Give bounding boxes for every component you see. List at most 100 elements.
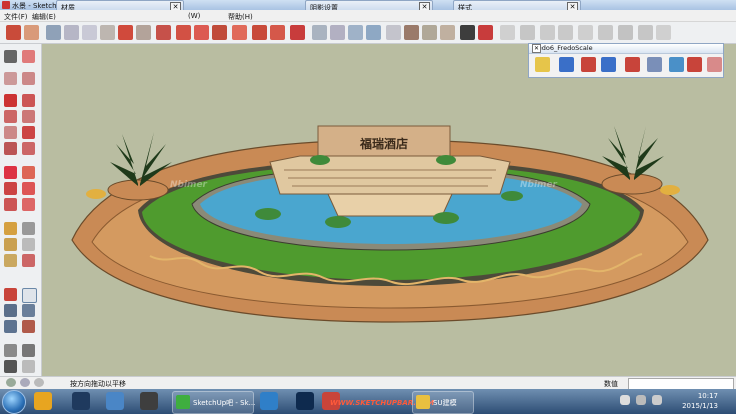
circle-icon[interactable] [22, 110, 35, 123]
spiral-icon[interactable] [404, 25, 419, 40]
extrude-icon[interactable] [232, 25, 247, 40]
follow-me-icon[interactable] [176, 25, 191, 40]
move-icon[interactable] [4, 166, 17, 179]
section-plane-icon[interactable] [22, 360, 35, 373]
pie-icon[interactable] [4, 142, 17, 155]
fredo-header[interactable]: Fredo6_FredoScale ✕ [529, 44, 723, 54]
menu-window[interactable]: (W) [188, 12, 200, 20]
paint-bucket-icon[interactable] [22, 72, 35, 85]
wave-icon[interactable] [422, 25, 437, 40]
credits-icon[interactable] [20, 378, 30, 387]
ring-icon[interactable] [578, 25, 593, 40]
menu-file[interactable]: 文件(F) [4, 12, 28, 22]
bezier-icon[interactable] [156, 25, 171, 40]
app2-icon[interactable] [140, 392, 158, 410]
taper-icon[interactable] [669, 57, 684, 72]
geo-location-icon[interactable] [6, 378, 16, 387]
component-icon[interactable] [366, 25, 381, 40]
layers-icon[interactable] [82, 25, 97, 40]
tray-up-icon[interactable] [620, 395, 630, 405]
follow-me-icon[interactable] [22, 182, 35, 195]
curl-icon[interactable] [558, 25, 573, 40]
box-stretch-icon[interactable] [601, 57, 616, 72]
rotate-icon[interactable] [4, 182, 17, 195]
push-pull-icon[interactable] [212, 25, 227, 40]
spiral-tool-icon[interactable] [500, 25, 515, 40]
line-icon[interactable] [4, 94, 17, 107]
freehand-icon[interactable] [22, 94, 35, 107]
component-icon[interactable] [4, 72, 17, 85]
joint-icon[interactable] [118, 25, 133, 40]
rectangle-icon[interactable] [4, 110, 17, 123]
zoom-icon[interactable] [4, 304, 17, 317]
pencil-icon[interactable] [6, 25, 21, 40]
zoom-extents-icon[interactable] [4, 320, 17, 333]
curve-icon[interactable] [252, 25, 267, 40]
previous-view-icon[interactable] [22, 320, 35, 333]
scale-icon[interactable] [4, 198, 17, 211]
zoom-window-icon[interactable] [22, 304, 35, 317]
photoshop-icon[interactable] [296, 392, 314, 410]
hook-icon[interactable] [618, 25, 633, 40]
start-button[interactable] [2, 390, 26, 414]
arc-icon[interactable] [4, 126, 17, 139]
cube-icon[interactable] [330, 25, 345, 40]
task-su[interactable]: SU建模 [412, 391, 474, 414]
solid-tool-icon[interactable] [46, 25, 61, 40]
axes-icon[interactable] [4, 254, 17, 267]
select-arrow-icon[interactable] [4, 50, 17, 63]
push-pull-icon[interactable] [22, 166, 35, 179]
tape-measure-icon[interactable] [4, 222, 17, 235]
menu-help[interactable]: 帮助(H) [228, 12, 253, 22]
app3-icon[interactable] [260, 392, 278, 410]
tendril-icon[interactable] [656, 25, 671, 40]
protractor-icon[interactable] [4, 238, 17, 251]
fredo-scale-palette[interactable]: Fredo6_FredoScale ✕ [528, 43, 724, 78]
coil-icon[interactable] [540, 25, 555, 40]
su-plugin-icon[interactable] [478, 25, 493, 40]
explorer-icon[interactable] [34, 392, 52, 410]
box-scale-icon[interactable] [535, 57, 550, 72]
arc2-icon[interactable] [22, 126, 35, 139]
walk-icon[interactable] [4, 360, 17, 373]
rotate-scale-icon[interactable] [647, 57, 662, 72]
bend-icon[interactable] [687, 57, 702, 72]
ns-plugin-icon[interactable] [460, 25, 475, 40]
position-camera-icon[interactable] [4, 344, 17, 357]
polygon-icon[interactable] [22, 142, 35, 155]
radial-bend-icon[interactable] [707, 57, 722, 72]
stairs-icon[interactable] [100, 25, 115, 40]
line-tool-icon[interactable] [270, 25, 285, 40]
offset-icon[interactable] [22, 198, 35, 211]
dimension-icon[interactable] [22, 222, 35, 235]
model-viewport[interactable]: 福瑞酒店 Nbimer Nbimer [42, 44, 736, 376]
knot-icon[interactable] [598, 25, 613, 40]
menu-edit[interactable]: 编辑(E) [32, 12, 56, 22]
stretch-icon[interactable] [559, 57, 574, 72]
helix-icon[interactable] [520, 25, 535, 40]
look-around-icon[interactable] [22, 344, 35, 357]
grid-icon[interactable] [64, 25, 79, 40]
task-browser[interactable]: SketchUp吧 - Sk... [172, 391, 255, 414]
eraser-icon[interactable] [24, 25, 39, 40]
mirror-icon[interactable] [136, 25, 151, 40]
volume-icon[interactable] [636, 395, 646, 405]
network-icon[interactable] [652, 395, 662, 405]
planar-shear-icon[interactable] [581, 57, 596, 72]
pan-hand-icon[interactable] [22, 288, 37, 303]
twist-icon[interactable] [440, 25, 455, 40]
close-icon[interactable]: ✕ [532, 44, 541, 53]
twist-icon[interactable] [625, 57, 640, 72]
3d-text-icon[interactable] [22, 254, 35, 267]
lightroom-icon[interactable] [72, 392, 90, 410]
eraser-icon[interactable] [22, 50, 35, 63]
grid-tool-icon[interactable] [312, 25, 327, 40]
text-icon[interactable] [22, 238, 35, 251]
orbit-icon[interactable] [4, 288, 17, 301]
box-icon[interactable] [348, 25, 363, 40]
help-icon[interactable] [34, 378, 44, 387]
offset-icon[interactable] [194, 25, 209, 40]
app-icon[interactable] [106, 392, 124, 410]
clock[interactable]: 10:17 2015/1/13 [682, 391, 718, 411]
scroll-icon[interactable] [638, 25, 653, 40]
